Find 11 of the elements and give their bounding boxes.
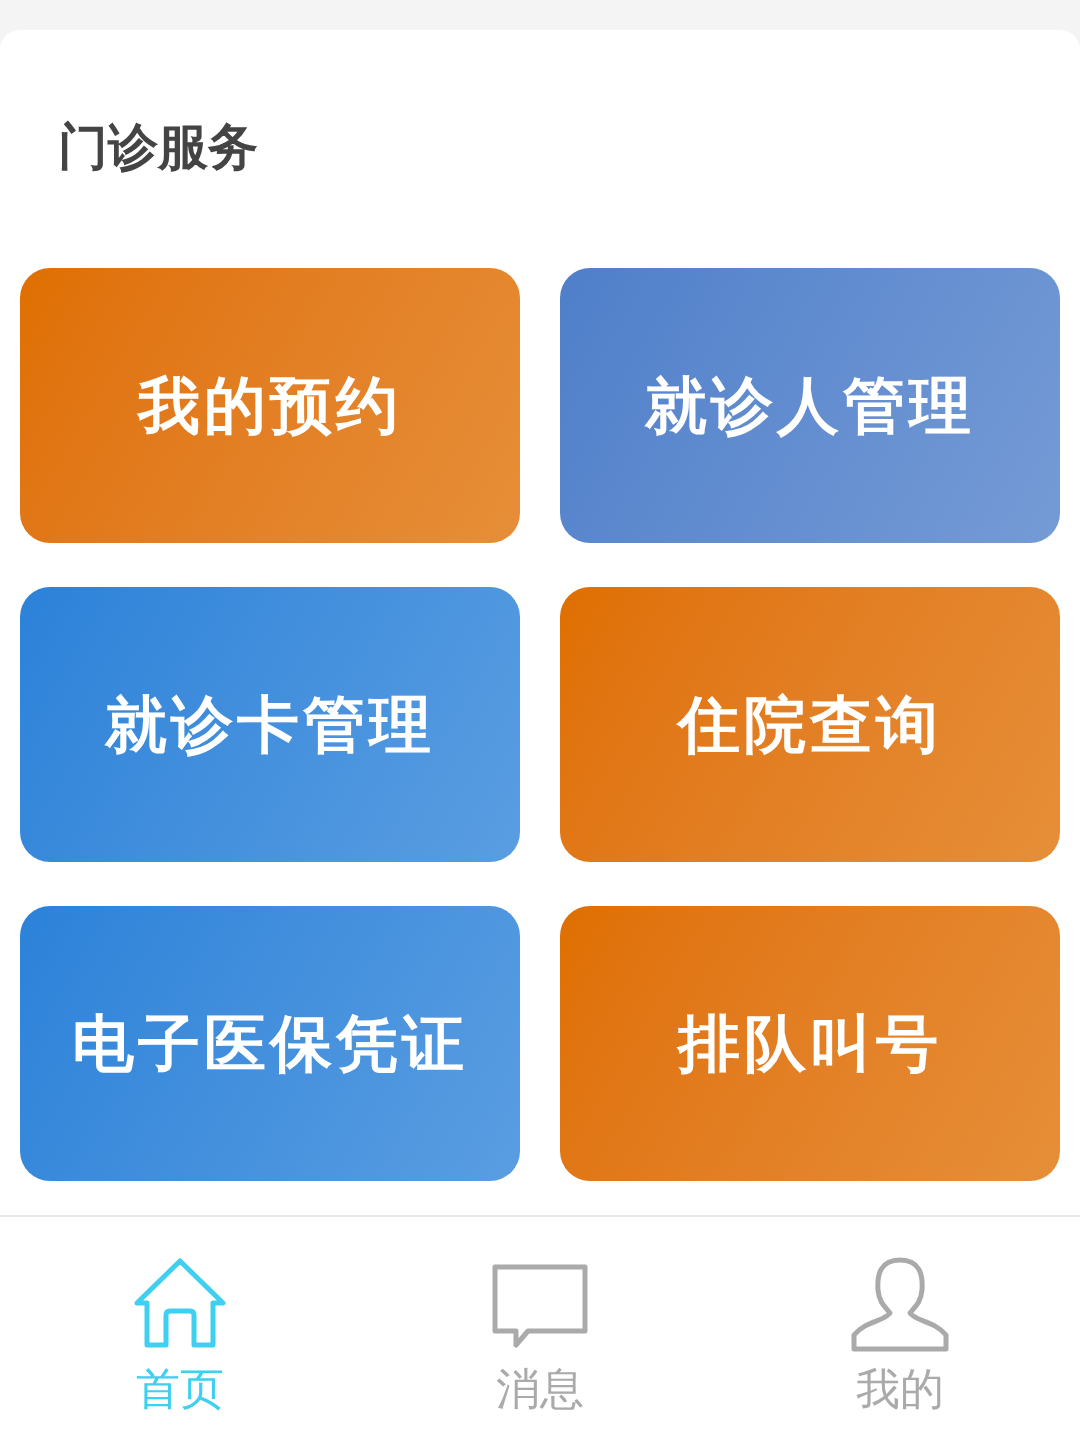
person-icon (850, 1255, 950, 1355)
service-tile[interactable]: 排队叫号 (560, 906, 1060, 1181)
tab-item[interactable]: 首页 (0, 1217, 360, 1439)
service-tile[interactable]: 我的预约 (20, 268, 520, 543)
service-tile[interactable]: 电子医保凭证 (20, 906, 520, 1181)
service-tile[interactable]: 住院查询 (560, 587, 1060, 862)
tab-item[interactable]: 我的 (720, 1217, 1080, 1439)
service-tile[interactable]: 就诊人管理 (560, 268, 1060, 543)
tab-item[interactable]: 消息 (360, 1217, 720, 1439)
service-tile[interactable]: 就诊卡管理 (20, 587, 520, 862)
section-title: 门诊服务 (57, 117, 259, 178)
